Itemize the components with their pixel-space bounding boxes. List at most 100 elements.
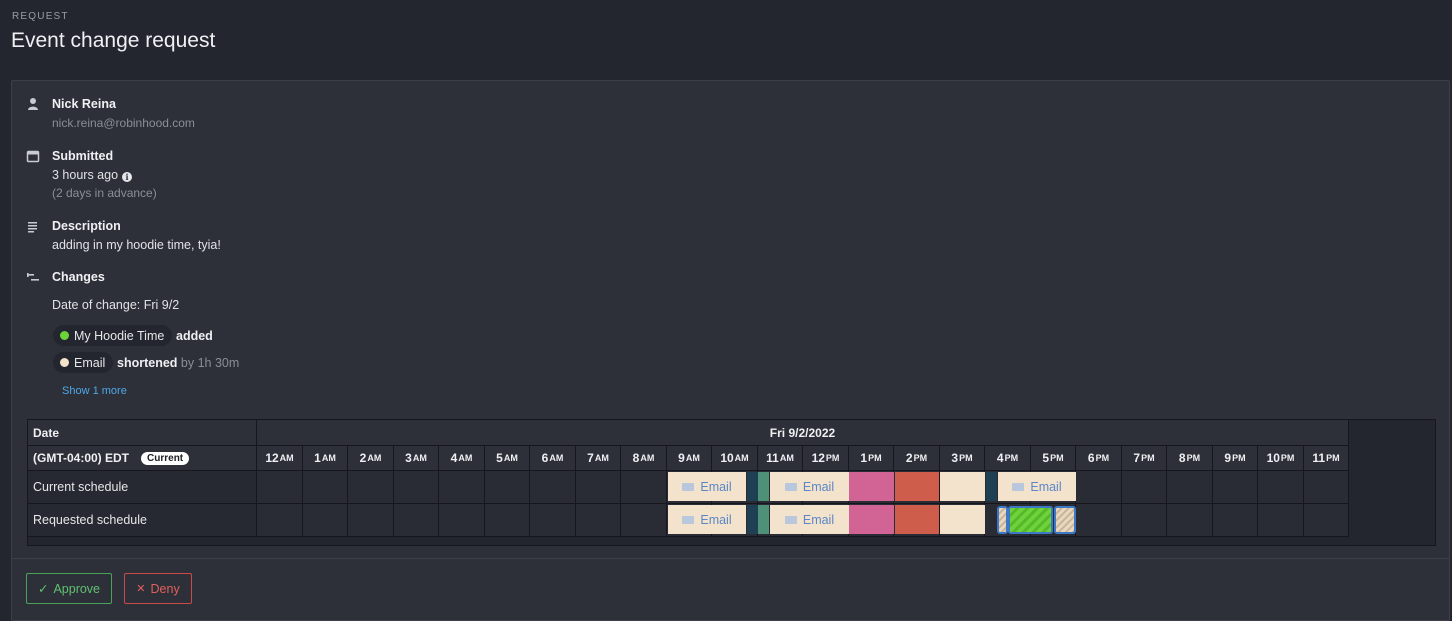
event-shortened-email[interactable] [997,506,1008,534]
calendar-icon [26,150,40,163]
event-email[interactable]: Email [668,472,746,501]
schedule-slot[interactable] [303,504,348,537]
hour-header: 8 PM [1167,446,1213,471]
hour-header: 11 PM [1304,446,1349,471]
hour-header: 1 PM [849,446,894,471]
changes-label: Changes [52,270,105,284]
schedule-slot[interactable] [1258,504,1304,537]
current-badge: Current [141,451,190,465]
hour-header: 4 AM [439,446,485,471]
schedule-slot[interactable] [1258,471,1304,504]
hour-header: 2 PM [894,446,940,471]
mail-icon [682,482,695,491]
mail-icon [682,515,695,524]
event-block[interactable] [747,505,758,534]
schedule-slot[interactable] [1076,504,1122,537]
hour-header: 11 AM [758,446,803,471]
hour-header: 5 PM [1031,446,1076,471]
hour-header: 9 AM [667,446,712,471]
event-block[interactable] [895,472,939,501]
event-block[interactable] [986,472,997,501]
show-more-link[interactable]: Show 1 more [62,385,127,397]
schedule-slot[interactable] [1076,471,1122,504]
schedule-slot[interactable] [439,471,485,504]
mail-icon [784,482,797,491]
event-block[interactable] [758,472,769,501]
event-shortened-email[interactable] [1054,506,1076,534]
change-event-name: My Hoodie Time [74,328,165,343]
schedule-slot[interactable] [348,504,394,537]
row-label-current: Current schedule [28,471,257,504]
event-block[interactable] [747,472,758,501]
event-email[interactable]: Email [668,505,746,534]
hour-header: 9 PM [1213,446,1258,471]
schedule-slot[interactable] [621,471,667,504]
description-label: Description [52,219,121,233]
schedule-slot[interactable] [1167,504,1213,537]
close-icon: ✕ [136,583,146,595]
schedule-slot[interactable] [257,471,303,504]
submitted-label: Submitted [52,149,114,163]
schedule-slot[interactable] [576,471,621,504]
status-dot [60,331,69,340]
schedule-slot[interactable] [1122,471,1167,504]
schedule-slot[interactable] [1167,471,1213,504]
page-title: Event change request [11,29,216,52]
check-icon: ✓ [37,582,49,596]
hour-header: 10 PM [1258,446,1304,471]
hour-header: 12 AM [257,446,303,471]
event-my-hoodie-time[interactable] [1008,506,1053,534]
schedule-slot[interactable] [1213,504,1258,537]
requester-name: Nick Reina [52,97,116,111]
submitted-time: 3 hours ago i [52,168,133,182]
hour-header: 7 PM [1122,446,1167,471]
date-header: Fri 9/2/2022 [257,420,1349,446]
text-lines-icon [28,222,37,233]
hour-header: 3 AM [394,446,439,471]
schedule-slot[interactable] [1213,471,1258,504]
schedule-slot[interactable] [530,504,576,537]
schedule-slot[interactable] [303,471,348,504]
deny-button[interactable]: ✕ Deny [124,573,192,604]
schedule-slot[interactable] [1304,504,1349,537]
event-email[interactable]: Email [998,472,1076,501]
row-label-requested: Requested schedule [28,504,257,537]
hour-header: 2 AM [348,446,394,471]
card-divider [12,558,1449,559]
mail-icon [784,515,797,524]
approve-button[interactable]: ✓ Approve [26,573,112,604]
schedule-slot[interactable] [394,471,439,504]
schedule-slot[interactable] [348,471,394,504]
info-icon[interactable]: i [122,172,133,182]
event-email[interactable]: Email [770,505,849,534]
submitted-advance: (2 days in advance) [52,186,157,200]
schedule-slot[interactable] [439,504,485,537]
schedule-slot[interactable] [485,471,530,504]
schedule-grid: Date Fri 9/2/2022 (GMT-04:00) EDT Curren… [27,419,1436,546]
event-block[interactable] [940,472,985,501]
change-chip-email[interactable]: Email [53,352,114,373]
schedule-slot[interactable] [257,504,303,537]
event-block[interactable] [895,505,939,534]
schedule-slot[interactable] [1304,471,1349,504]
swap-icon [27,273,39,281]
timezone-header: (GMT-04:00) EDT Current [28,446,257,471]
schedule-slot[interactable] [1122,504,1167,537]
schedule-slot[interactable] [576,504,621,537]
event-email[interactable]: Email [770,472,849,501]
event-block[interactable] [940,505,985,534]
schedule-slot[interactable] [394,504,439,537]
schedule-slot[interactable] [530,471,576,504]
hour-header: 8 AM [621,446,667,471]
event-block[interactable] [849,505,894,534]
change-chip-hoodie[interactable]: My Hoodie Time [53,325,173,346]
change-status: added [176,329,213,343]
schedule-slot[interactable] [621,504,667,537]
schedule-slot[interactable] [485,504,530,537]
page-kicker: REQUEST [12,11,69,22]
request-card: Nick Reina nick.reina@robinhood.com Subm… [11,80,1450,621]
hour-header: 7 AM [576,446,621,471]
event-block[interactable] [849,472,894,501]
hour-header: 1 AM [303,446,348,471]
event-block[interactable] [758,505,769,534]
